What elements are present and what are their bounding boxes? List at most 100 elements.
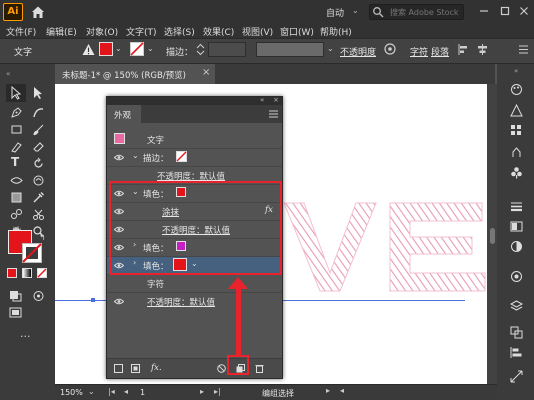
stroke-none-swatch[interactable] — [130, 42, 144, 56]
brushes-icon[interactable] — [510, 146, 523, 159]
none-mode-icon[interactable] — [37, 268, 47, 278]
width-tool-icon[interactable] — [10, 174, 23, 187]
appearance-panel-icon[interactable] — [510, 270, 523, 283]
swap-fill-stroke-icon[interactable]: ↰ — [39, 233, 46, 242]
screen-mode-icon[interactable] — [9, 307, 22, 319]
close-panel-icon[interactable]: × — [273, 96, 279, 104]
prev-artboard-icon[interactable]: ◂ — [124, 387, 128, 396]
maximize-icon[interactable] — [498, 4, 512, 18]
character-row[interactable] — [107, 274, 282, 292]
stroke-weight-field[interactable] — [208, 42, 246, 57]
draw-behind-icon[interactable] — [32, 290, 45, 302]
warp-tool-icon[interactable] — [32, 174, 45, 187]
menu-help[interactable]: 帮助(H) — [320, 25, 352, 38]
chevron-down-icon[interactable]: ⌄ — [147, 44, 154, 53]
collapse-panel-icon[interactable]: « — [260, 96, 264, 104]
appearance-header-row[interactable] — [107, 130, 282, 148]
color-panel-icon[interactable] — [510, 83, 523, 96]
chevron-down-icon[interactable]: ⌄ — [352, 6, 359, 15]
align-left-icon[interactable] — [457, 43, 470, 56]
artwork-text-outline[interactable] — [282, 199, 489, 295]
menu-file[interactable]: 文件(F) — [6, 25, 36, 38]
menu-view[interactable]: 视图(V) — [242, 25, 273, 38]
recolor-icon[interactable] — [383, 42, 397, 56]
home-icon[interactable] — [30, 4, 46, 20]
layers-icon[interactable] — [510, 300, 523, 313]
gradient-tool-icon[interactable] — [10, 191, 23, 204]
object-opacity-link[interactable]: 不透明度：默认值 — [147, 296, 215, 308]
add-fill-icon[interactable] — [131, 364, 140, 373]
stroke-none-swatch[interactable] — [176, 151, 187, 162]
menu-window[interactable]: 窗口(W) — [280, 25, 314, 38]
variable-width-field[interactable] — [256, 42, 324, 57]
align-panel-icon[interactable] — [510, 346, 523, 359]
warning-icon[interactable] — [82, 43, 95, 56]
fill-color-swatch[interactable] — [99, 42, 113, 56]
panel-menu-icon[interactable] — [517, 43, 530, 56]
swatches-icon[interactable] — [510, 124, 523, 137]
paragraph-link[interactable]: 段落 — [431, 45, 449, 58]
chevron-down-icon[interactable]: ⌄ — [327, 44, 334, 53]
curvature-tool-icon[interactable] — [32, 106, 45, 119]
pen-tool-icon[interactable] — [10, 106, 23, 119]
collapse-icon[interactable]: « — [6, 70, 10, 78]
panel-menu-icon[interactable] — [269, 110, 278, 118]
delete-item-icon[interactable] — [255, 364, 264, 373]
last-artboard-icon[interactable]: ▸| — [214, 387, 221, 396]
color-guide-icon[interactable] — [510, 104, 523, 117]
shaper-tool-icon[interactable] — [10, 140, 23, 153]
stroke-swatch-large[interactable] — [22, 243, 42, 263]
eraser-tool-icon[interactable] — [32, 140, 45, 153]
chevron-down-icon[interactable]: ⌄ — [88, 387, 95, 396]
type-tool-icon[interactable]: T — [11, 155, 19, 169]
expand-dock-icon[interactable]: « — [514, 67, 518, 75]
scissors-tool-icon[interactable] — [32, 208, 45, 221]
add-effect-icon[interactable]: fx. — [151, 363, 162, 373]
zoom-level[interactable]: 150% — [60, 388, 83, 397]
menu-select[interactable]: 选择(S) — [164, 25, 195, 38]
stroke-panel-icon[interactable] — [510, 200, 523, 213]
next-artboard-icon[interactable]: ▸ — [200, 387, 204, 396]
scroll-thumb[interactable] — [490, 228, 495, 244]
gradient-mode-icon[interactable] — [22, 268, 32, 278]
artboards-icon[interactable] — [510, 326, 523, 339]
close-icon[interactable] — [517, 4, 531, 18]
panel-title-bar[interactable] — [107, 97, 282, 105]
menu-edit[interactable]: 编辑(E) — [46, 25, 77, 38]
color-mode-icon[interactable] — [7, 268, 17, 278]
menu-type[interactable]: 文字(T) — [126, 25, 157, 38]
blend-tool-icon[interactable] — [10, 208, 23, 221]
eye-icon[interactable] — [114, 154, 124, 161]
minimize-icon[interactable] — [477, 4, 491, 18]
rotate-tool-icon[interactable] — [32, 157, 45, 170]
eye-icon[interactable] — [114, 298, 124, 305]
menu-effect[interactable]: 效果(C) — [203, 25, 234, 38]
selection-tool-icon[interactable] — [10, 86, 22, 100]
chevron-down-icon[interactable]: ⌄ — [115, 44, 122, 53]
more-tools-icon[interactable]: ··· — [20, 330, 31, 343]
gradient-panel-icon[interactable] — [510, 220, 523, 233]
symbols-icon[interactable] — [510, 166, 523, 179]
scroll-left-icon[interactable]: ◂ — [340, 386, 344, 395]
paintbrush-tool-icon[interactable] — [32, 123, 45, 136]
align-center-icon[interactable] — [476, 43, 489, 56]
status-menu-icon[interactable]: ▸ — [326, 386, 330, 395]
rectangle-tool-icon[interactable] — [10, 123, 23, 136]
chevron-down-icon[interactable]: ⌄ — [132, 151, 139, 160]
menu-object[interactable]: 对象(O) — [86, 25, 118, 38]
stepper-icon[interactable] — [196, 43, 205, 56]
add-stroke-icon[interactable] — [114, 364, 123, 373]
workspace-switcher[interactable]: 自动 — [326, 6, 344, 19]
transparency-icon[interactable] — [510, 240, 523, 253]
direct-selection-tool-icon[interactable] — [32, 86, 44, 100]
clear-appearance-icon[interactable] — [217, 364, 226, 373]
first-artboard-icon[interactable]: |◂ — [108, 387, 115, 396]
transform-panel-icon[interactable] — [510, 370, 523, 383]
artboard-number[interactable]: 1 — [140, 388, 145, 397]
opacity-link[interactable]: 不透明度 — [340, 45, 376, 58]
baseline-anchor[interactable] — [91, 298, 95, 302]
close-tab-icon[interactable]: × — [202, 67, 210, 78]
character-link[interactable]: 字符 — [410, 45, 428, 58]
eyedropper-tool-icon[interactable] — [32, 191, 45, 204]
draw-normal-icon[interactable] — [9, 290, 22, 302]
